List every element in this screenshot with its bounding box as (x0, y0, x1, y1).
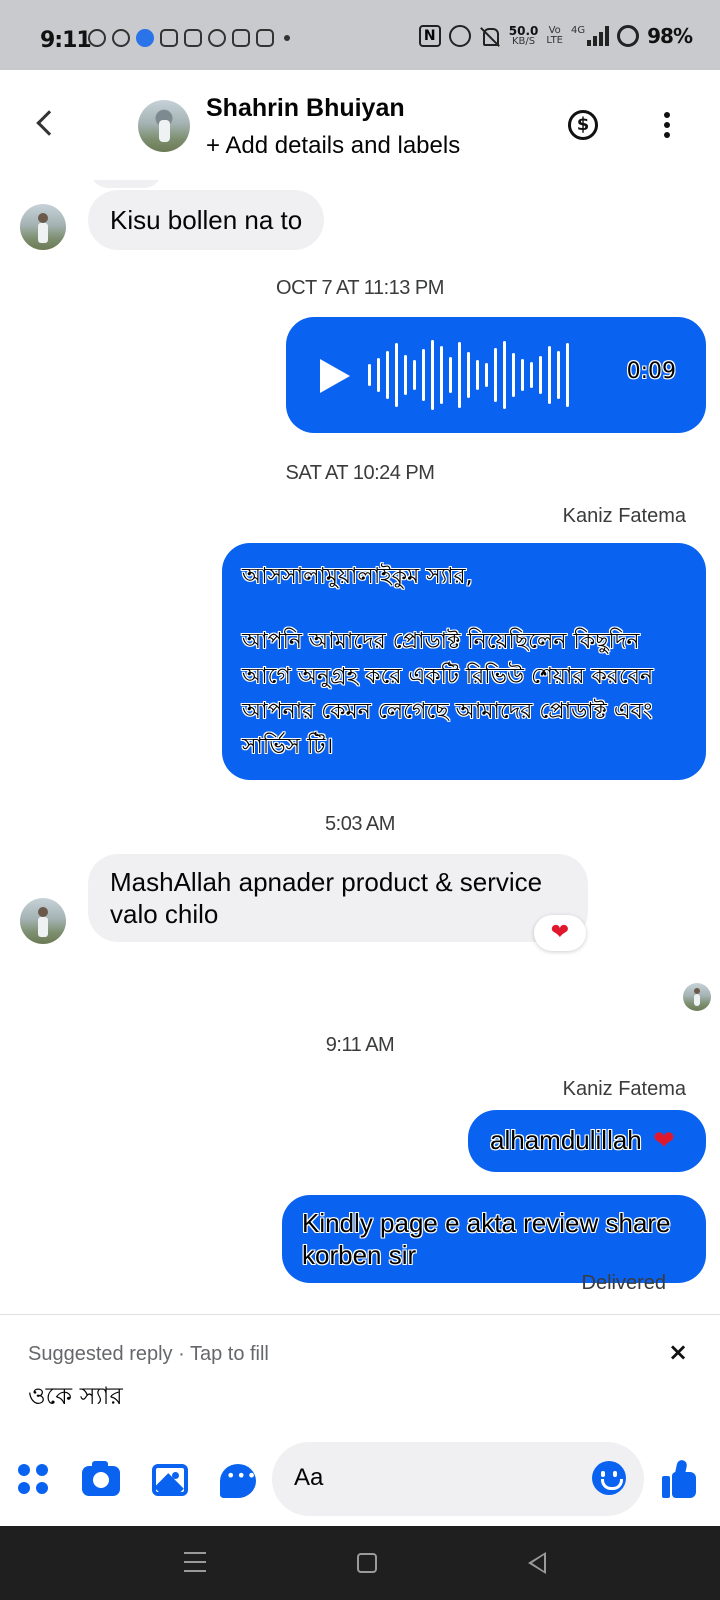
signal-icon (587, 26, 610, 46)
apps-icon[interactable] (18, 1464, 50, 1496)
notification-icons (88, 29, 290, 47)
timestamp: 9:11 AM (325, 1034, 395, 1056)
delivery-status: Delivered (581, 1272, 666, 1294)
camera-icon[interactable] (82, 1461, 120, 1496)
contact-avatar[interactable] (138, 100, 190, 152)
battery-icon (617, 25, 640, 47)
divider (0, 1314, 720, 1315)
message-bubble-outgoing[interactable]: alhamdulillah ❤ (468, 1110, 706, 1172)
more-icon[interactable] (664, 112, 670, 140)
message-bubble-incoming[interactable]: Kisu bollen na to (88, 190, 325, 250)
audio-waveform (368, 339, 569, 411)
message-input[interactable]: Aa (272, 1442, 644, 1516)
dollar-icon[interactable]: $ (568, 110, 598, 140)
instagram-icon-2 (184, 29, 202, 47)
emoji-icon[interactable] (592, 1461, 626, 1495)
back-icon[interactable] (36, 110, 62, 136)
timestamp: 5:03 AM (325, 813, 395, 835)
network-speed-value: 50.0 (508, 23, 539, 38)
system-nav-bar (0, 1526, 720, 1600)
read-receipt-avatar (683, 983, 711, 1011)
home-icon[interactable] (357, 1553, 377, 1573)
status-time: 9:11 (40, 28, 92, 53)
message-list[interactable]: Kisu bollen na to OCT 7 AT 11:13 PM 0:09… (0, 180, 720, 1310)
message-line: আসসালামুয়ালাইকুম স্যার, (242, 564, 473, 589)
alarm-icon (448, 25, 471, 47)
play-icon[interactable] (320, 359, 350, 393)
previous-message-edge (90, 180, 162, 188)
voice-message[interactable]: 0:09 (286, 317, 706, 433)
sender-name: Kaniz Fatema (562, 505, 686, 527)
suggested-reply-chip[interactable]: ওকে স্যার (28, 1378, 123, 1418)
avatar[interactable] (20, 898, 66, 944)
gallery-icon[interactable] (152, 1464, 188, 1496)
audio-duration: 0:09 (626, 359, 676, 384)
signal-indicator: 4G (571, 25, 610, 46)
status-bar: 9:11 N 50.0 KB/S Vo LTE 4G 98% (0, 0, 720, 70)
nav-back-icon[interactable] (528, 1552, 546, 1574)
conversation-header: Shahrin Bhuiyan + Add details and labels… (0, 70, 720, 180)
nfc-icon: N (418, 25, 441, 47)
heart-emoji: ❤ (653, 1125, 675, 1155)
network-speed: 50.0 KB/S (508, 23, 539, 47)
like-icon[interactable] (662, 1459, 698, 1498)
add-details-link[interactable]: + Add details and labels (206, 132, 460, 160)
message-text: alhamdulillah (490, 1125, 642, 1155)
facebook-icon (112, 29, 130, 47)
contact-name[interactable]: Shahrin Bhuiyan (206, 94, 405, 123)
recents-icon[interactable] (184, 1552, 206, 1572)
network-speed-unit: KB/S (512, 35, 536, 47)
heart-reaction[interactable]: ❤ (534, 915, 586, 951)
system-status-icons: N 50.0 KB/S Vo LTE 4G 98% (418, 23, 693, 48)
message-bubble-outgoing[interactable]: আসসালামুয়ালাইকুম স্যার, আপনি আমাদের প্র… (222, 543, 706, 780)
whatsapp-icon (88, 29, 106, 47)
suggested-reply-label: Suggested reply · Tap to fill (28, 1343, 269, 1365)
instagram-icon (160, 29, 178, 47)
timestamp: SAT AT 10:24 PM (285, 462, 435, 484)
message-paragraph: আপনি আমাদের প্রোডাক্ট নিয়েছিলেন কিছুদিন… (242, 629, 654, 759)
close-icon[interactable]: × (668, 1338, 688, 1366)
battery-percent: 98% (647, 24, 693, 48)
gmail-icon (256, 29, 274, 47)
threads-icon (208, 29, 226, 47)
volte-indicator: Vo LTE (546, 26, 563, 46)
mute-icon (479, 25, 501, 47)
timestamp: OCT 7 AT 11:13 PM (276, 277, 444, 299)
avatar[interactable] (20, 204, 66, 250)
chat-app-icon (136, 29, 154, 47)
message-composer: Aa (0, 1430, 720, 1526)
more-notifications-dot (284, 35, 290, 41)
message-bubble-incoming[interactable]: MashAllah apnader product & service valo… (88, 854, 588, 942)
message-input-placeholder: Aa (294, 1464, 324, 1491)
lte-label: LTE (546, 35, 563, 46)
network-type: 4G (571, 25, 586, 36)
sender-name: Kaniz Fatema (562, 1078, 686, 1100)
messenger-icon[interactable] (220, 1464, 257, 1498)
message-bubble-outgoing[interactable]: Kindly page e akta review share korben s… (282, 1195, 706, 1283)
camera-notification-icon (232, 29, 250, 47)
